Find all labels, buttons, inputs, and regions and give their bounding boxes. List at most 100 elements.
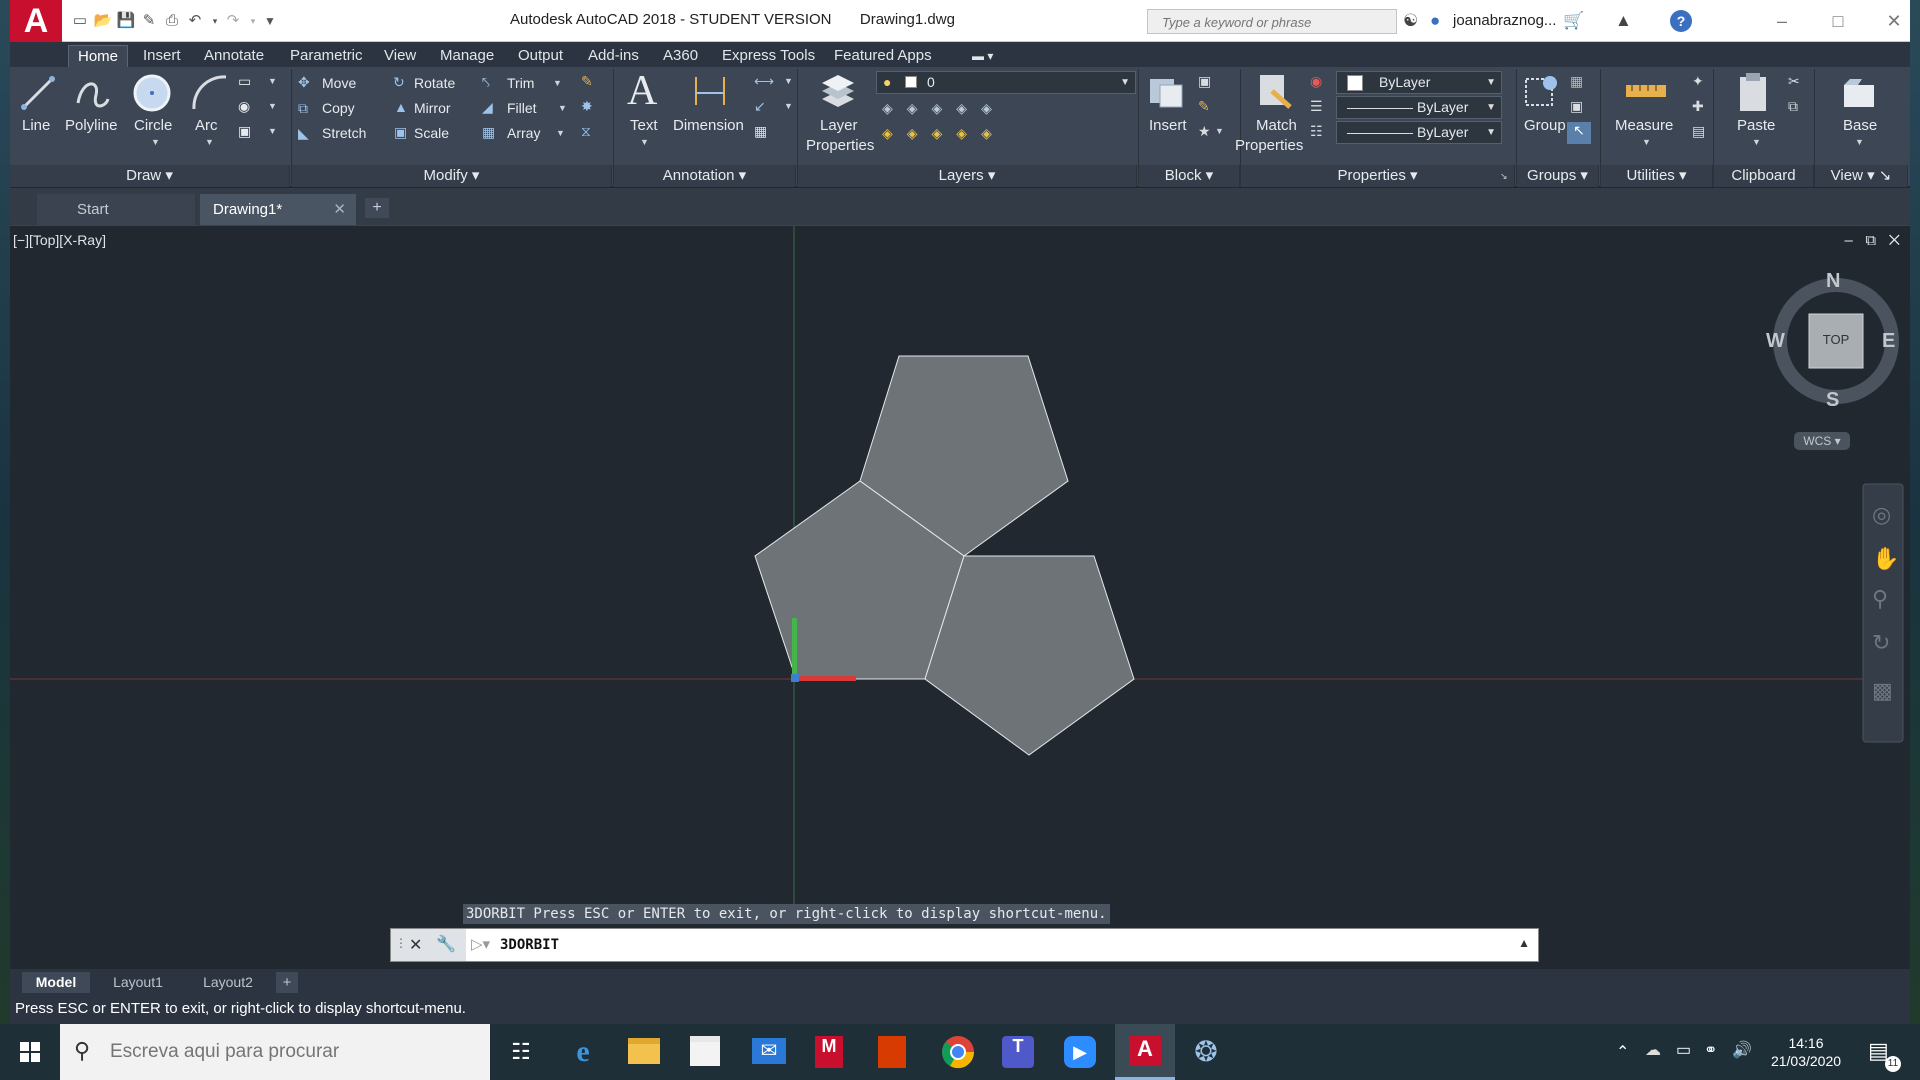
block-panel-title[interactable]: Block ▾	[1139, 165, 1240, 187]
utilities-panel-title[interactable]: Utilities ▾	[1601, 165, 1713, 187]
paste-dropdown-icon[interactable]: ▼	[1752, 137, 1761, 147]
undo-icon[interactable]: ↶	[185, 12, 205, 30]
insert-button[interactable]: Insert	[1149, 117, 1187, 134]
base-button[interactable]: Base	[1843, 117, 1877, 134]
tab-home[interactable]: Home	[68, 45, 129, 67]
edit-block-icon[interactable]: ✎	[1198, 98, 1210, 115]
a360-icon[interactable]: ▲	[1615, 11, 1632, 31]
group-selection-icon[interactable]: ↖	[1567, 122, 1591, 144]
layer-tools-row1-icon[interactable]: ◈◈◈◈◈	[882, 100, 1006, 117]
show-hidden-icons-icon[interactable]: ⌃	[1616, 1042, 1629, 1062]
close-icon[interactable]: ✕	[1872, 7, 1916, 35]
text-dropdown-icon[interactable]: ▼	[640, 137, 649, 147]
explode-icon[interactable]: ✸	[581, 98, 593, 115]
redo-icon[interactable]: ↷	[223, 12, 243, 30]
layer-dropdown[interactable]: ● 0 ▼	[876, 71, 1136, 94]
help-icon[interactable]: ?	[1670, 10, 1692, 32]
edit-attributes-icon[interactable]: ★	[1198, 123, 1211, 140]
paste-button[interactable]: Paste	[1737, 117, 1775, 134]
boundary-icon[interactable]: ▣	[238, 123, 251, 140]
offset-icon[interactable]: ⧖	[581, 123, 591, 140]
table-icon[interactable]: ▦	[754, 123, 767, 140]
store-icon[interactable]	[690, 1036, 720, 1066]
recent-commands-icon[interactable]: ▷▾	[471, 935, 490, 953]
minimize-icon[interactable]: –	[1760, 7, 1804, 35]
close-tab-icon[interactable]: ✕	[333, 194, 346, 225]
properties-launcher-icon[interactable]: ↘	[1500, 171, 1508, 182]
view-panel-title[interactable]: View ▾ ↘	[1815, 165, 1908, 187]
compass-west[interactable]: W	[1766, 330, 1785, 353]
zoom-icon[interactable]: ▶	[1064, 1036, 1096, 1068]
trim-button[interactable]: Trim	[507, 75, 534, 91]
clipboard-panel-title[interactable]: Clipboard	[1714, 165, 1814, 187]
linear-dim-dropdown-icon[interactable]: ▼	[784, 76, 793, 86]
cut-icon[interactable]: ✂	[1788, 73, 1800, 90]
base-dropdown-icon[interactable]: ▼	[1855, 137, 1864, 147]
command-history-toggle-icon[interactable]: ▲	[1518, 936, 1530, 950]
create-block-icon[interactable]: ▣	[1198, 73, 1211, 90]
tab-annotate[interactable]: Annotate	[204, 45, 264, 67]
taskbar-search-input[interactable]	[110, 1040, 470, 1064]
viewcube-top-label[interactable]: TOP	[1810, 332, 1862, 347]
move-button[interactable]: Move	[322, 75, 356, 91]
rotate-button[interactable]: Rotate	[414, 75, 455, 91]
draw-panel-title[interactable]: Draw ▾	[10, 165, 290, 187]
match-properties-button-line1[interactable]: Match	[1256, 117, 1297, 134]
boundary-dropdown-icon[interactable]: ▼	[268, 126, 277, 136]
wcs-menu[interactable]: WCS ▾	[1794, 432, 1850, 450]
close-command-icon[interactable]: ✕	[409, 935, 422, 955]
save-icon[interactable]: 💾	[116, 12, 136, 30]
layer-tools-row2-icon[interactable]: ◈◈◈◈◈	[882, 125, 1006, 142]
mail-icon[interactable]: ✉	[752, 1038, 786, 1064]
modify-panel-title[interactable]: Modify ▾	[292, 165, 612, 187]
new-tab-icon[interactable]: +	[365, 198, 389, 218]
help-search-input[interactable]	[1162, 12, 1382, 32]
task-view-icon[interactable]: ☷	[503, 1034, 539, 1070]
command-line[interactable]: ⋮ ✕ 🔧 ▷▾ ▲	[390, 928, 1539, 962]
customize-command-icon[interactable]: 🔧	[436, 934, 456, 954]
edge-icon[interactable]: e	[565, 1034, 601, 1070]
search-box[interactable]	[1147, 9, 1397, 34]
linetype-dropdown[interactable]: ByLayer ▼	[1336, 96, 1502, 119]
id-point-icon[interactable]: ✚	[1692, 98, 1704, 115]
compass-north[interactable]: N	[1826, 270, 1840, 293]
mirror-button[interactable]: Mirror	[414, 100, 451, 116]
tab-layout1[interactable]: Layout1	[96, 972, 180, 993]
lineweight-dropdown[interactable]: ByLayer ▼	[1336, 121, 1502, 144]
teams-icon[interactable]: T	[1002, 1036, 1034, 1068]
tab-output[interactable]: Output	[518, 45, 563, 67]
tab-manage[interactable]: Manage	[440, 45, 494, 67]
mcafee-icon[interactable]: M	[815, 1036, 843, 1068]
undo-dropdown-icon[interactable]: ▾	[205, 12, 225, 30]
customize-qat-icon[interactable]: ▼	[260, 12, 280, 30]
layer-properties-button-line1[interactable]: Layer	[820, 117, 858, 134]
annotation-panel-title[interactable]: Annotation ▾	[614, 165, 796, 187]
tab-model[interactable]: Model	[22, 972, 90, 993]
polyline-button[interactable]: Polyline	[65, 117, 118, 134]
leader-icon[interactable]: ↙	[754, 98, 766, 115]
binoculars-icon[interactable]: ☯	[1403, 11, 1418, 31]
zoom-extents-icon[interactable]: ⚲	[1872, 586, 1888, 612]
linear-dim-icon[interactable]: ⟷	[754, 73, 774, 90]
application-menu-button[interactable]: A	[10, 0, 62, 42]
line-button[interactable]: Line	[22, 117, 50, 134]
rectangle-icon[interactable]: ▭	[238, 73, 251, 90]
hatch-icon[interactable]: ◉	[238, 98, 250, 115]
measure-button[interactable]: Measure	[1615, 117, 1673, 134]
dimension-button[interactable]: Dimension	[673, 117, 744, 134]
ribbon-options-icon[interactable]: ▬ ▾	[972, 45, 993, 67]
measure-dropdown-icon[interactable]: ▼	[1642, 137, 1651, 147]
circle-dropdown-icon[interactable]: ▼	[151, 137, 160, 147]
grip-icon[interactable]: ⋮	[395, 936, 407, 950]
start-tab[interactable]: Start	[37, 194, 195, 225]
taskbar-search-box[interactable]: ⚲	[60, 1024, 490, 1080]
taskbar-clock[interactable]: 14:16 21/03/2020	[1763, 1034, 1849, 1070]
array-dropdown-icon[interactable]: ▼	[556, 128, 565, 138]
drawing-viewport[interactable]: [−][Top][X-Ray] – ⧉ ✕ N S E W TOP WCS ▾ …	[10, 225, 1910, 969]
save-as-icon[interactable]: ✎	[139, 12, 159, 30]
user-icon[interactable]: ●	[1430, 11, 1440, 31]
tab-insert[interactable]: Insert	[143, 45, 181, 67]
drawing-tab[interactable]: Drawing1* ✕	[200, 194, 356, 225]
office-icon[interactable]	[878, 1036, 906, 1068]
add-layout-icon[interactable]: +	[276, 972, 298, 993]
